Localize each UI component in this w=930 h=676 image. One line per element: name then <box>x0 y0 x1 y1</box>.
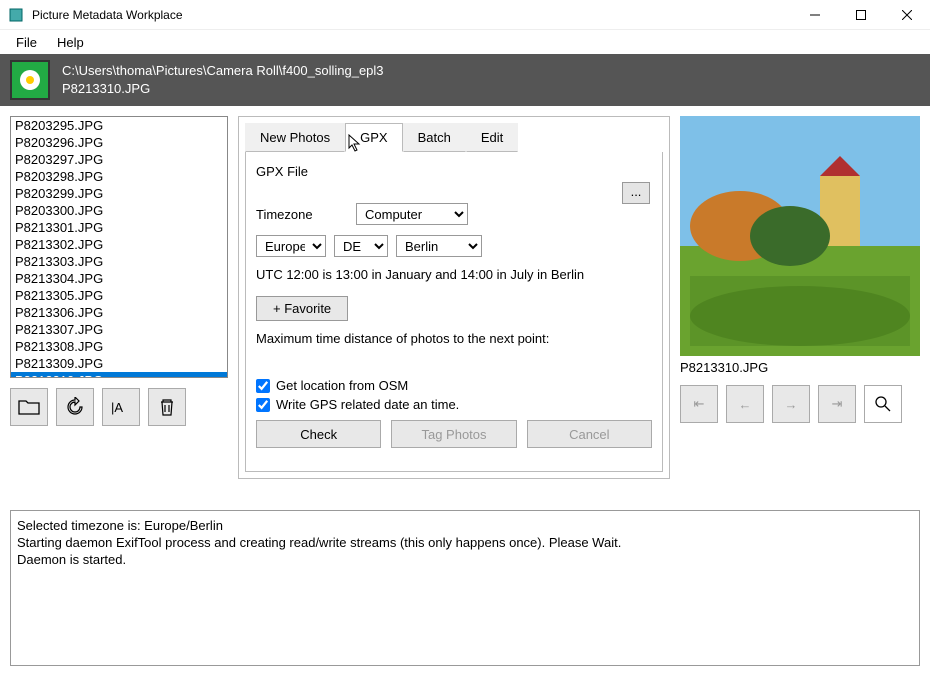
log-line: Daemon is started. <box>17 551 913 568</box>
gpx-file-label: GPX File <box>256 164 356 179</box>
file-list-item[interactable]: P8213306.JPG <box>11 304 227 321</box>
window-title: Picture Metadata Workplace <box>32 8 792 22</box>
log-line: Selected timezone is: Europe/Berlin <box>17 517 913 534</box>
log-panel[interactable]: Selected timezone is: Europe/BerlinStart… <box>10 510 920 666</box>
timezone-label: Timezone <box>256 207 356 222</box>
cancel-button[interactable]: Cancel <box>527 420 652 448</box>
file-panel: P8203295.JPGP8203296.JPGP8203297.JPGP820… <box>10 116 228 479</box>
main-area: P8203295.JPGP8203296.JPGP8203297.JPGP820… <box>0 106 930 489</box>
zoom-button[interactable] <box>864 385 902 423</box>
refresh-icon <box>65 397 85 417</box>
svg-text:|A: |A <box>111 400 123 415</box>
menu-help[interactable]: Help <box>47 33 94 52</box>
minimize-button[interactable] <box>792 0 838 30</box>
file-list-item[interactable]: P8203299.JPG <box>11 185 227 202</box>
trash-button[interactable] <box>148 388 186 426</box>
file-list-item[interactable]: P8213305.JPG <box>11 287 227 304</box>
gpsdate-checkbox[interactable] <box>256 398 270 412</box>
file-list[interactable]: P8203295.JPGP8203296.JPGP8203297.JPGP820… <box>10 116 228 378</box>
next-icon: → <box>785 397 798 412</box>
header-text: C:\Users\thoma\Pictures\Camera Roll\f400… <box>62 62 384 98</box>
nav-prev-button[interactable]: ← <box>726 385 764 423</box>
nav-next-button[interactable]: → <box>772 385 810 423</box>
file-list-item[interactable]: P8203297.JPG <box>11 151 227 168</box>
tab-batch[interactable]: Batch <box>403 123 466 152</box>
menu-file[interactable]: File <box>6 33 47 52</box>
maximize-button[interactable] <box>838 0 884 30</box>
open-folder-icon <box>18 398 40 416</box>
check-button[interactable]: Check <box>256 420 381 448</box>
open-folder-button[interactable] <box>10 388 48 426</box>
file-list-item[interactable]: P8213304.JPG <box>11 270 227 287</box>
preview-image <box>680 116 920 356</box>
file-list-item[interactable]: P8213310.JPG <box>11 372 227 378</box>
favorite-button[interactable]: + Favorite <box>256 296 348 321</box>
rename-icon: |A <box>110 398 132 416</box>
titlebar: Picture Metadata Workplace <box>0 0 930 30</box>
file-list-item[interactable]: P8213301.JPG <box>11 219 227 236</box>
utc-hint: UTC 12:00 is 13:00 in January and 14:00 … <box>256 267 652 282</box>
header-strip: C:\Users\thoma\Pictures\Camera Roll\f400… <box>0 54 930 106</box>
trash-icon <box>158 397 176 417</box>
file-list-item[interactable]: P8213309.JPG <box>11 355 227 372</box>
prev-icon: ← <box>739 397 752 412</box>
file-list-item[interactable]: P8203298.JPG <box>11 168 227 185</box>
app-icon <box>8 7 24 23</box>
nav-first-button[interactable]: ⇤ <box>680 385 718 423</box>
tab-new-photos[interactable]: New Photos <box>245 123 345 152</box>
timezone-mode-select[interactable]: Computer <box>356 203 468 225</box>
close-button[interactable] <box>884 0 930 30</box>
rename-button[interactable]: |A <box>102 388 140 426</box>
tab-row: New PhotosGPXBatchEdit <box>245 123 663 152</box>
osm-checkbox[interactable] <box>256 379 270 393</box>
tab-body-gpx: GPX File ... Timezone Computer Europe DE… <box>245 152 663 472</box>
tab-panel: New PhotosGPXBatchEdit GPX File ... Time… <box>238 116 670 479</box>
file-list-item[interactable]: P8213307.JPG <box>11 321 227 338</box>
nav-last-button[interactable]: ⇥ <box>818 385 856 423</box>
osm-checkbox-label: Get location from OSM <box>276 378 408 393</box>
preview-panel: P8213310.JPG ⇤ ← → ⇥ <box>680 116 920 479</box>
file-list-item[interactable]: P8203295.JPG <box>11 117 227 134</box>
file-list-item[interactable]: P8203296.JPG <box>11 134 227 151</box>
tag-photos-button[interactable]: Tag Photos <box>391 420 516 448</box>
city-select[interactable]: Berlin <box>396 235 482 257</box>
tab-edit[interactable]: Edit <box>466 123 518 152</box>
first-icon: ⇤ <box>694 396 705 412</box>
region-select[interactable]: Europe <box>256 235 326 257</box>
header-path: C:\Users\thoma\Pictures\Camera Roll\f400… <box>62 62 384 80</box>
last-icon: ⇥ <box>832 396 843 412</box>
header-thumbnail <box>10 60 50 100</box>
preview-caption: P8213310.JPG <box>680 360 920 375</box>
log-line: Starting daemon ExifTool process and cre… <box>17 534 913 551</box>
country-select[interactable]: DE <box>334 235 388 257</box>
zoom-icon <box>874 395 892 413</box>
window-controls <box>792 0 930 30</box>
file-list-item[interactable]: P8213302.JPG <box>11 236 227 253</box>
gpsdate-checkbox-label: Write GPS related date an time. <box>276 397 459 412</box>
refresh-button[interactable] <box>56 388 94 426</box>
file-list-item[interactable]: P8213308.JPG <box>11 338 227 355</box>
file-list-item[interactable]: P8203300.JPG <box>11 202 227 219</box>
max-distance-label: Maximum time distance of photos to the n… <box>256 331 652 346</box>
browse-button[interactable]: ... <box>622 182 650 204</box>
header-filename: P8213310.JPG <box>62 80 384 98</box>
file-list-item[interactable]: P8213303.JPG <box>11 253 227 270</box>
menubar: File Help <box>0 30 930 54</box>
tab-gpx[interactable]: GPX <box>345 123 402 152</box>
file-toolbar: |A <box>10 388 228 426</box>
